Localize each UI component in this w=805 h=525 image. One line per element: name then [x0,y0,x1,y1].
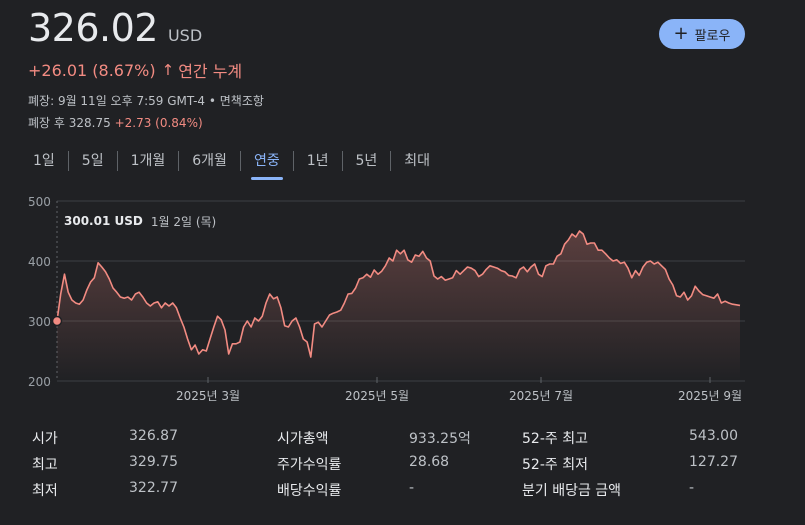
currency-label: USD [167,26,203,45]
tab-7[interactable]: 최대 [391,148,443,174]
after-hours-label: 폐장 후 328.75 [28,116,111,130]
tooltip-value: 300.01 USD [64,214,143,228]
stat-label: 주가수익률 [277,457,342,473]
y-tick-label: 400 [28,255,51,269]
arrow-up-icon: ↑ [161,61,175,79]
tab-5[interactable]: 1년 [294,148,342,174]
area-fill [57,231,740,381]
tab-2[interactable]: 1개월 [118,148,179,174]
tab-6[interactable]: 5년 [343,148,391,174]
chart-tooltip: 300.01 USD 1월 2일 (목) [58,206,230,236]
change-period: 연간 누계 [178,62,243,81]
after-hours-change: +2.73 (0.84%) [114,116,203,130]
start-point [51,315,63,327]
range-tabs: 1일 5일 1개월 6개월 연중 1년 5년 최대 [20,146,443,180]
current-price: 326.02 [28,6,158,50]
x-tick-label: 2025년 3월 [176,389,240,403]
stat-label: 배당수익률 [277,483,342,499]
stat-label: 52-주 최고 [522,431,588,447]
stat-label: 시가 [32,431,58,447]
stat-value: 322.77 [129,480,178,496]
tab-0[interactable]: 1일 [20,148,68,174]
tab-3[interactable]: 6개월 [179,148,240,174]
stat-value: - [409,480,415,496]
stat-value: 933.25억 [409,431,471,447]
x-tick-label: 2025년 5월 [345,389,409,403]
stat-value: 543.00 [689,428,738,444]
after-hours-info: 폐장 후 328.75 +2.73 (0.84%) [28,114,203,131]
change-value: +26.01 (8.67%) [28,60,156,80]
stat-value: - [689,480,695,496]
tooltip-date: 1월 2일 (목) [150,214,217,229]
stat-value: 127.27 [689,454,738,470]
y-tick-label: 300 [28,315,51,329]
closed-info: 폐장: 9월 11일 오후 7:59 GMT-4 • 면책조항 [28,94,264,108]
price-change: +26.01 (8.67%) ↑ 연간 누계 [28,58,242,82]
x-tick-label: 2025년 9월 [678,389,742,403]
stat-label: 52-주 최저 [522,457,588,473]
tab-1[interactable]: 5일 [69,148,117,174]
follow-button[interactable]: + 팔로우 [659,19,745,49]
stat-value: 326.87 [129,428,178,444]
follow-label: 팔로우 [694,28,731,44]
stat-value: 329.75 [129,454,178,470]
stat-label: 시가총액 [277,431,329,447]
plus-icon: + [673,23,689,44]
x-tick-label: 2025년 7월 [509,389,573,403]
stat-value: 28.68 [409,454,450,470]
y-tick-label: 500 [28,195,51,209]
y-tick-label: 200 [28,375,51,389]
stat-label: 분기 배당금 금액 [522,483,622,499]
price-row: 326.02 USD [28,6,202,50]
tab-4[interactable]: 연중 [241,148,293,180]
stat-label: 최고 [32,457,58,473]
stat-label: 최저 [32,483,58,499]
